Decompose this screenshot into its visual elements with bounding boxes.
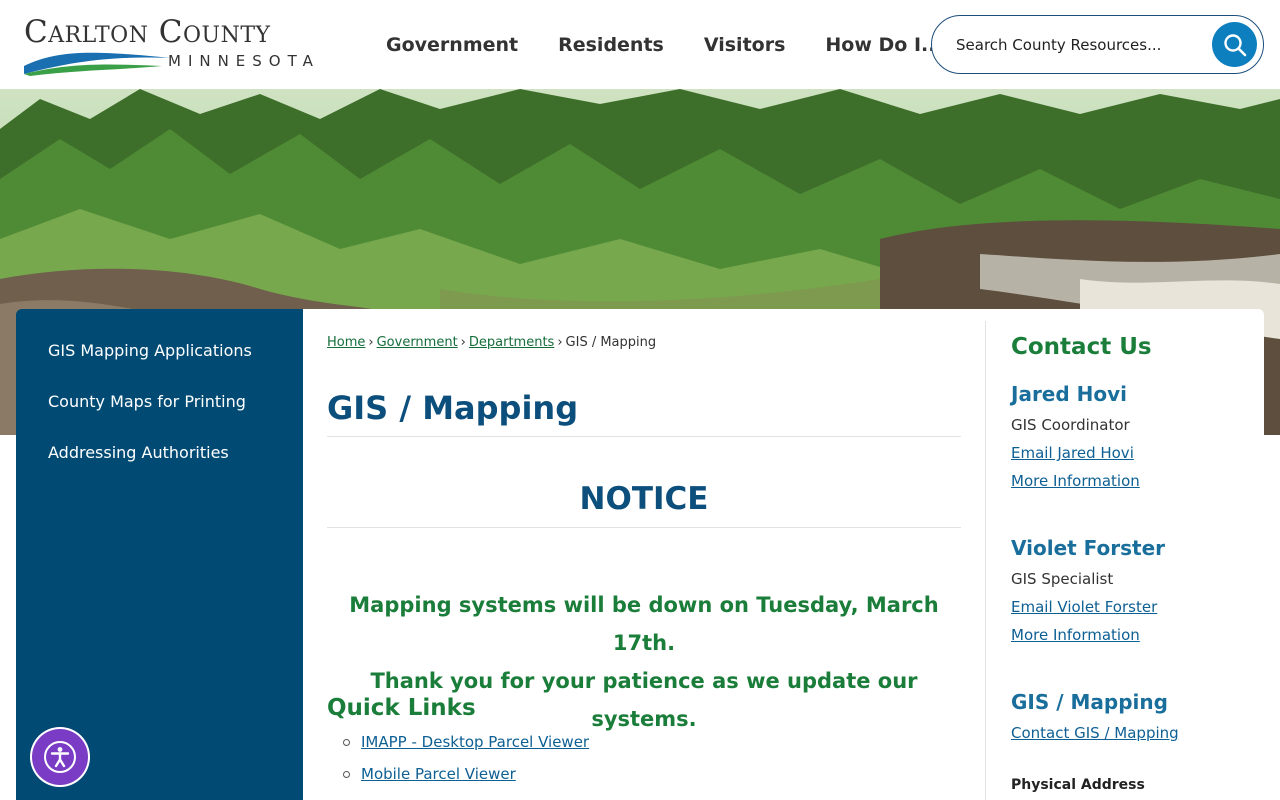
list-item: Mobile Parcel Viewer: [343, 765, 589, 797]
breadcrumb-home-link[interactable]: Home: [327, 335, 365, 350]
breadcrumb-government-link[interactable]: Government: [377, 335, 458, 350]
county-logo[interactable]: Carlton County MINNESOTA: [22, 14, 342, 78]
contact-heading: Contact Us: [1011, 334, 1152, 360]
contact-role-violet: GIS Specialist: [1011, 570, 1114, 588]
breadcrumb-departments-link[interactable]: Departments: [469, 335, 554, 350]
nav-visitors[interactable]: Visitors: [684, 34, 806, 56]
search-icon: [1223, 33, 1246, 56]
more-info-violet-link[interactable]: More Information: [1011, 626, 1140, 644]
bullet-icon: [343, 739, 350, 746]
notice-divider: [327, 527, 961, 528]
search-box: [931, 15, 1264, 74]
title-divider: [327, 436, 961, 437]
quick-links-list: IMAPP - Desktop Parcel Viewer Mobile Par…: [343, 733, 589, 797]
breadcrumb: Home › Government › Departments › GIS / Mappin…: [327, 335, 656, 350]
page-title: GIS / Mapping: [327, 389, 579, 427]
contact-role-jared: GIS Coordinator: [1011, 416, 1130, 434]
logo-wave-icon: [24, 52, 170, 76]
email-violet-link[interactable]: Email Violet Forster: [1011, 598, 1157, 616]
nav-government[interactable]: Government: [366, 34, 538, 56]
nav-residents[interactable]: Residents: [538, 34, 684, 56]
quick-link-imapp[interactable]: IMAPP - Desktop Parcel Viewer: [361, 733, 589, 751]
logo-subtitle: MINNESOTA: [168, 52, 320, 70]
contact-panel: Contact Us Jared Hovi GIS Coordinator Em…: [1011, 334, 1261, 793]
notice-line-1: Mapping systems will be down on Tuesday,…: [349, 593, 939, 655]
main-nav: Government Residents Visitors How Do I..…: [366, 0, 963, 89]
breadcrumb-current: GIS / Mapping: [565, 335, 657, 350]
accessibility-icon: [44, 741, 76, 773]
search-button[interactable]: [1212, 22, 1257, 67]
department-name: GIS / Mapping: [1011, 690, 1168, 714]
breadcrumb-separator: ›: [557, 335, 563, 350]
contact-name-jared: Jared Hovi: [1011, 382, 1128, 406]
quick-links-heading: Quick Links: [327, 695, 476, 721]
breadcrumb-separator: ›: [368, 335, 374, 350]
content-divider: [985, 321, 986, 800]
more-info-jared-link[interactable]: More Information: [1011, 472, 1140, 490]
sidebar-item-addressing-authorities[interactable]: Addressing Authorities: [16, 427, 303, 478]
quick-link-mobile-parcel-viewer[interactable]: Mobile Parcel Viewer: [361, 765, 516, 783]
physical-address-label: Physical Address: [1011, 777, 1145, 793]
email-jared-link[interactable]: Email Jared Hovi: [1011, 444, 1134, 462]
breadcrumb-separator: ›: [460, 335, 466, 350]
sidebar-item-gis-mapping-applications[interactable]: GIS Mapping Applications: [16, 325, 303, 376]
list-item: IMAPP - Desktop Parcel Viewer: [343, 733, 589, 765]
contact-name-violet: Violet Forster: [1011, 536, 1166, 560]
contact-department-link[interactable]: Contact GIS / Mapping: [1011, 724, 1179, 742]
sidebar-item-county-maps-for-printing[interactable]: County Maps for Printing: [16, 376, 303, 427]
bullet-icon: [343, 771, 350, 778]
site-header: Carlton County MINNESOTA Government Resi…: [0, 0, 1280, 89]
search-input[interactable]: [956, 32, 1206, 58]
accessibility-button[interactable]: [30, 727, 90, 787]
notice-heading: NOTICE: [579, 481, 709, 517]
